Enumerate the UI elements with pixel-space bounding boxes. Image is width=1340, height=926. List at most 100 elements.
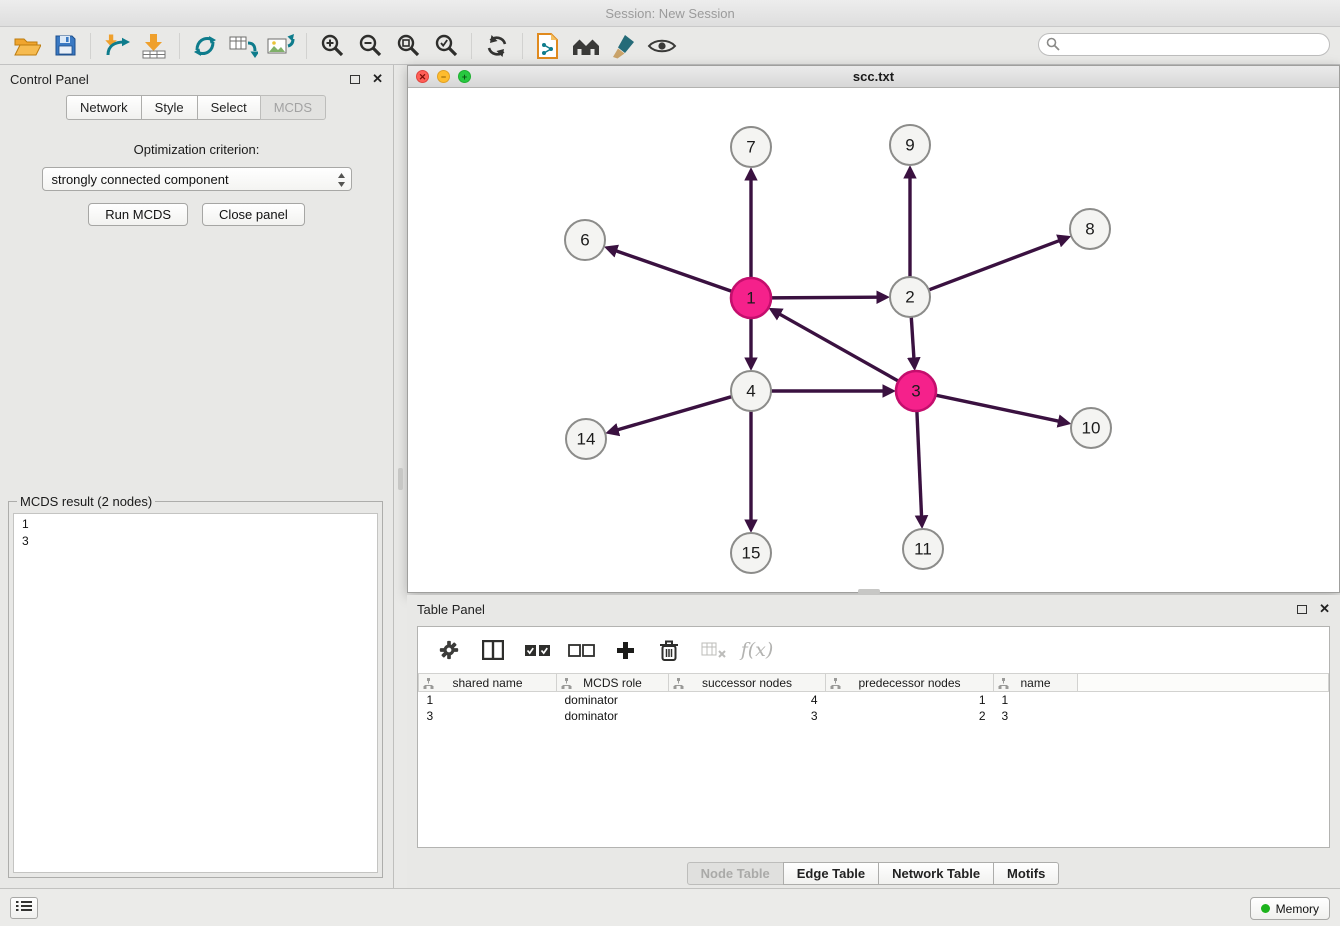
export-image-icon[interactable] <box>262 30 300 62</box>
close-panel-icon[interactable]: ✕ <box>372 71 383 87</box>
tab-select[interactable]: Select <box>197 95 261 120</box>
control-panel-tabs: Network Style Select MCDS <box>0 95 393 120</box>
delete-column-icon[interactable] <box>652 633 686 667</box>
table-row[interactable]: 1dominator411 <box>419 692 1329 708</box>
zoom-window-icon[interactable]: + <box>458 70 471 83</box>
table-cell[interactable]: 1 <box>826 692 994 708</box>
mcds-result-list[interactable]: 13 <box>13 513 378 873</box>
graph-node-6[interactable]: 6 <box>565 220 605 260</box>
window-title-bar: Session: New Session <box>0 0 1340 27</box>
search-field-wrap <box>1038 33 1330 56</box>
network-window-title-bar[interactable]: ✕ − + scc.txt <box>408 66 1339 88</box>
criterion-select[interactable]: strongly connected component <box>42 167 352 191</box>
zoom-in-icon[interactable] <box>313 30 351 62</box>
table-cell[interactable]: 3 <box>419 708 557 724</box>
fx-label: f(x) <box>741 639 774 661</box>
column-header[interactable]: name <box>994 674 1078 692</box>
task-history-button[interactable] <box>10 897 38 919</box>
table-cell[interactable]: 4 <box>669 692 826 708</box>
graph-edge-2-3[interactable] <box>911 316 914 358</box>
vertical-splitter-handle[interactable] <box>398 468 403 490</box>
table-cell[interactable]: dominator <box>557 692 669 708</box>
search-input[interactable] <box>1038 33 1330 56</box>
graph-node-2[interactable]: 2 <box>890 277 930 317</box>
style-brush-icon[interactable] <box>605 30 643 62</box>
graph-node-14[interactable]: 14 <box>566 419 606 459</box>
tab-network[interactable]: Network <box>66 95 142 120</box>
float-panel-icon[interactable] <box>350 75 360 84</box>
column-header[interactable]: successor nodes <box>669 674 826 692</box>
table-cell[interactable]: 3 <box>994 708 1078 724</box>
close-window-icon[interactable]: ✕ <box>416 70 429 83</box>
tab-style[interactable]: Style <box>141 95 198 120</box>
column-sort-icon <box>561 678 572 692</box>
table-cell[interactable]: 1 <box>994 692 1078 708</box>
result-item[interactable]: 1 <box>22 516 377 533</box>
graph-node-7[interactable]: 7 <box>731 127 771 167</box>
table-body: 1dominator4113dominator323 <box>419 692 1329 724</box>
import-network-icon[interactable] <box>97 30 135 62</box>
clone-network-icon[interactable] <box>224 30 262 62</box>
network-window-title: scc.txt <box>853 69 894 84</box>
show-hide-icon[interactable] <box>643 30 681 62</box>
table-settings-icon[interactable] <box>432 633 466 667</box>
memory-button[interactable]: Memory <box>1250 897 1330 920</box>
apply-style-icon[interactable] <box>529 30 567 62</box>
tab-node-table[interactable]: Node Table <box>687 862 784 885</box>
import-table-icon[interactable] <box>135 30 173 62</box>
graph-edge-3-11[interactable] <box>917 410 922 516</box>
tab-network-table[interactable]: Network Table <box>878 862 994 885</box>
table-cell[interactable]: dominator <box>557 708 669 724</box>
save-session-icon[interactable] <box>46 30 84 62</box>
tab-mcds[interactable]: MCDS <box>260 95 326 120</box>
graph-edge-1-2[interactable] <box>770 297 877 298</box>
table-row[interactable]: 3dominator323 <box>419 708 1329 724</box>
graph-node-3[interactable]: 3 <box>896 371 936 411</box>
show-columns-icon[interactable] <box>476 633 510 667</box>
zoom-fit-icon[interactable] <box>389 30 427 62</box>
tab-motifs[interactable]: Motifs <box>993 862 1059 885</box>
column-label: shared name <box>452 676 522 690</box>
graph-node-11[interactable]: 11 <box>903 529 943 569</box>
table-cell[interactable]: 2 <box>826 708 994 724</box>
float-panel-icon[interactable] <box>1297 605 1307 614</box>
close-panel-button[interactable]: Close panel <box>202 203 305 226</box>
deselect-all-columns-icon[interactable] <box>564 633 598 667</box>
graph-edge-3-1[interactable] <box>780 314 900 381</box>
refresh-icon[interactable] <box>478 30 516 62</box>
open-file-icon[interactable] <box>8 30 46 62</box>
horizontal-splitter-handle[interactable] <box>858 589 880 594</box>
minimize-window-icon[interactable]: − <box>437 70 450 83</box>
column-header[interactable]: shared name <box>419 674 557 692</box>
optimization-criterion-label: Optimization criterion: <box>0 142 393 157</box>
select-all-columns-icon[interactable] <box>520 633 554 667</box>
control-panel-title: Control Panel <box>10 72 89 87</box>
column-header[interactable]: predecessor nodes <box>826 674 994 692</box>
run-mcds-button[interactable]: Run MCDS <box>88 203 188 226</box>
graph-node-8[interactable]: 8 <box>1070 209 1110 249</box>
graph-node-10[interactable]: 10 <box>1071 408 1111 448</box>
table-cell[interactable]: 1 <box>419 692 557 708</box>
add-column-icon[interactable] <box>608 633 642 667</box>
column-sort-icon <box>830 678 841 692</box>
table-cell[interactable]: 3 <box>669 708 826 724</box>
graph-edge-4-14[interactable] <box>618 396 733 429</box>
new-network-icon[interactable] <box>186 30 224 62</box>
zoom-out-icon[interactable] <box>351 30 389 62</box>
graph-node-1[interactable]: 1 <box>731 278 771 318</box>
tab-edge-table[interactable]: Edge Table <box>783 862 879 885</box>
graph-node-label: 3 <box>911 382 920 401</box>
graph-edge-3-10[interactable] <box>935 395 1059 421</box>
network-graph-canvas[interactable]: 7 9 6 8 1 2 4 3 14 10 15 11 <box>408 88 1339 592</box>
graph-node-4[interactable]: 4 <box>731 371 771 411</box>
home-icon[interactable] <box>567 30 605 62</box>
graph-node-15[interactable]: 15 <box>731 533 771 573</box>
close-panel-icon[interactable]: ✕ <box>1319 601 1330 617</box>
graph-node-9[interactable]: 9 <box>890 125 930 165</box>
graph-edge-1-6[interactable] <box>616 251 733 292</box>
graph-edge-2-8[interactable] <box>928 241 1059 291</box>
graph-node-label: 4 <box>746 382 755 401</box>
zoom-selected-icon[interactable] <box>427 30 465 62</box>
result-item[interactable]: 3 <box>22 533 377 550</box>
column-header[interactable]: MCDS role <box>557 674 669 692</box>
